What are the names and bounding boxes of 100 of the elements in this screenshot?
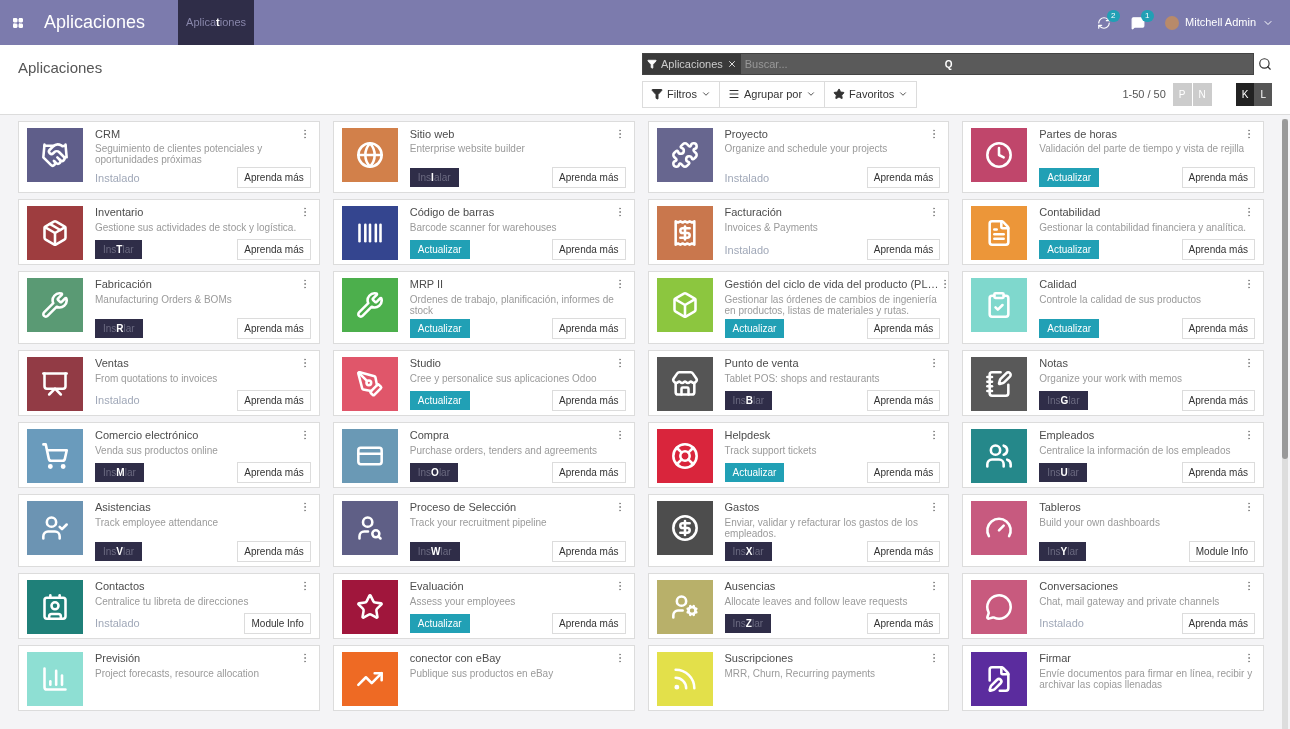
filter-dropdown[interactable]: Favoritos xyxy=(825,82,917,107)
puzzle-icon xyxy=(670,140,699,169)
search-input[interactable]: Buscar... xyxy=(740,55,941,73)
app-summary: Cree y personalice sus aplicaciones Odoo xyxy=(409,372,598,384)
learn-more-button[interactable]: Aprenda más xyxy=(866,390,941,411)
person-gear-icon xyxy=(670,592,699,621)
learn-more-button[interactable]: Aprenda más xyxy=(552,239,626,261)
learn-more-button[interactable]: Aprenda más xyxy=(237,540,311,562)
learn-more-button[interactable]: Aprenda más xyxy=(552,167,626,189)
app-name: Proceso de Selección xyxy=(409,501,517,515)
app-summary: Controle la calidad de sus productos xyxy=(1039,294,1202,305)
install-button[interactable]: InsTlar xyxy=(95,240,142,260)
app-summary: Gestionar la contabilidad financiera y analítica. xyxy=(1039,222,1248,233)
search-icon[interactable] xyxy=(1258,57,1272,71)
view-switch-button[interactable]: L xyxy=(1254,82,1272,106)
wrench-icon xyxy=(355,291,384,320)
learn-more-button[interactable]: Aprenda más xyxy=(1181,318,1255,339)
app-summary: From quotations to invoices xyxy=(95,372,219,384)
learn-more-button[interactable]: Aprenda más xyxy=(1181,462,1255,483)
app-name: Ausencias xyxy=(724,579,776,594)
app-name: Gestión del ciclo de vida del producto (PL… xyxy=(724,278,939,292)
learn-more-button[interactable]: Aprenda más xyxy=(552,390,626,411)
install-button[interactable]: InsXlar xyxy=(724,541,772,561)
filter-icon xyxy=(647,59,657,69)
installed-label: Instalado xyxy=(95,616,140,631)
app-name: Empleados xyxy=(1039,429,1095,443)
learn-more-button[interactable]: Aprenda más xyxy=(1181,239,1255,261)
search-facet[interactable]: Aplicaciones xyxy=(643,54,741,74)
apps-menu-icon[interactable] xyxy=(12,16,24,29)
search-field[interactable]: Aplicaciones Buscar... Q xyxy=(642,53,1254,75)
app-summary: Seguimiento de clientes potenciales y oportunidades próximas xyxy=(95,143,264,166)
app-summary: Build your own dashboards xyxy=(1039,516,1161,528)
app-name: Contactos xyxy=(95,579,145,594)
app-name: Punto de venta xyxy=(724,357,799,371)
store-icon xyxy=(670,370,699,398)
learn-more-button[interactable]: Aprenda más xyxy=(552,318,626,339)
installed-label: Instalado xyxy=(724,242,770,258)
learn-more-button[interactable]: Aprenda más xyxy=(237,239,311,261)
learn-more-button[interactable]: Aprenda más xyxy=(237,167,311,189)
filter-dropdown[interactable]: Filtros xyxy=(643,82,720,107)
learn-more-button[interactable]: Aprenda más xyxy=(866,612,941,634)
app-name: Notas xyxy=(1039,357,1068,371)
app-name: Contabilidad xyxy=(1039,206,1101,220)
app-name: Partes de horas xyxy=(1039,127,1117,142)
learn-more-button[interactable]: Aprenda más xyxy=(866,239,941,261)
app-name: Facturación xyxy=(724,206,782,220)
app-summary: Publique sus productos en eBay xyxy=(409,667,555,679)
app-name: Studio xyxy=(409,357,441,371)
install-button[interactable]: InsIalar xyxy=(409,168,459,188)
install-button[interactable]: InsOlar xyxy=(409,463,458,482)
app-summary: Enterprise website builder xyxy=(409,143,526,155)
avatar xyxy=(1165,15,1180,30)
box-icon xyxy=(41,219,69,248)
page-title: Aplicaciones xyxy=(18,58,103,78)
app-name: Evaluación xyxy=(409,579,464,594)
install-button[interactable]: InsZlar xyxy=(724,613,772,633)
app-summary: Organize and schedule your projects xyxy=(724,143,889,155)
app-summary: Track employee attendance xyxy=(95,516,220,528)
app-summary: Chat, mail gateway and private channels xyxy=(1039,595,1221,607)
app-name: Ventas xyxy=(95,357,129,371)
user-menu[interactable]: Mitchell Admin xyxy=(1165,14,1274,31)
scrollbar[interactable] xyxy=(1282,118,1288,729)
view-switch-button[interactable]: K xyxy=(1235,82,1255,106)
learn-more-button[interactable]: Aprenda más xyxy=(866,540,941,562)
learn-more-button[interactable]: Aprenda más xyxy=(552,540,626,562)
app-summary: Barcode scanner for warehouses xyxy=(409,222,558,233)
pager-value: 1-50 / 50 xyxy=(1122,87,1166,102)
learn-more-button[interactable]: Aprenda más xyxy=(866,318,941,339)
learn-more-button[interactable]: Aprenda más xyxy=(866,462,941,483)
learn-more-button[interactable]: Module Info xyxy=(244,612,311,634)
learn-more-button[interactable]: Aprenda más xyxy=(866,167,941,189)
app-summary: Allocate leaves and follow leave requests xyxy=(724,595,909,607)
learn-more-button[interactable]: Aprenda más xyxy=(237,390,311,411)
notes-icon xyxy=(985,370,1014,398)
breadcrumb-link[interactable]: Aplicationes xyxy=(178,0,254,45)
filter-icon xyxy=(651,88,663,101)
learn-more-button[interactable]: Module Info xyxy=(1188,540,1255,562)
app-name: Helpdesk xyxy=(724,429,771,443)
chat-icon[interactable] xyxy=(1131,15,1146,30)
remove-facet-icon[interactable] xyxy=(726,59,737,69)
learn-more-button[interactable]: Aprenda más xyxy=(1181,390,1255,411)
app-summary: Tablet POS: shops and restaurants xyxy=(724,372,881,384)
filter-dropdown[interactable]: Agrupar por xyxy=(719,82,826,107)
app-name: Previsión xyxy=(95,651,141,666)
learn-more-button[interactable]: Aprenda más xyxy=(1181,167,1255,189)
learn-more-button[interactable]: Aprenda más xyxy=(552,462,626,483)
lifebuoy-icon xyxy=(670,442,699,470)
install-button[interactable]: InsGlar xyxy=(1039,391,1088,410)
install-button[interactable]: InsVlar xyxy=(95,541,143,561)
app-summary: Validación del parte de tiempo y vista de rejilla xyxy=(1039,143,1246,155)
learn-more-button[interactable]: Aprenda más xyxy=(237,318,311,339)
activity-icon[interactable] xyxy=(1097,15,1112,30)
installed-label: Instalado xyxy=(95,393,140,409)
install-button[interactable]: InsWlar xyxy=(409,541,460,561)
globe-icon xyxy=(355,140,384,169)
learn-more-button[interactable]: Aprenda más xyxy=(552,612,626,634)
install-button[interactable]: InsYlar xyxy=(1039,541,1087,561)
app-name: Gastos xyxy=(724,501,760,515)
learn-more-button[interactable]: Aprenda más xyxy=(1181,612,1255,634)
learn-more-button[interactable]: Aprenda más xyxy=(237,462,311,483)
